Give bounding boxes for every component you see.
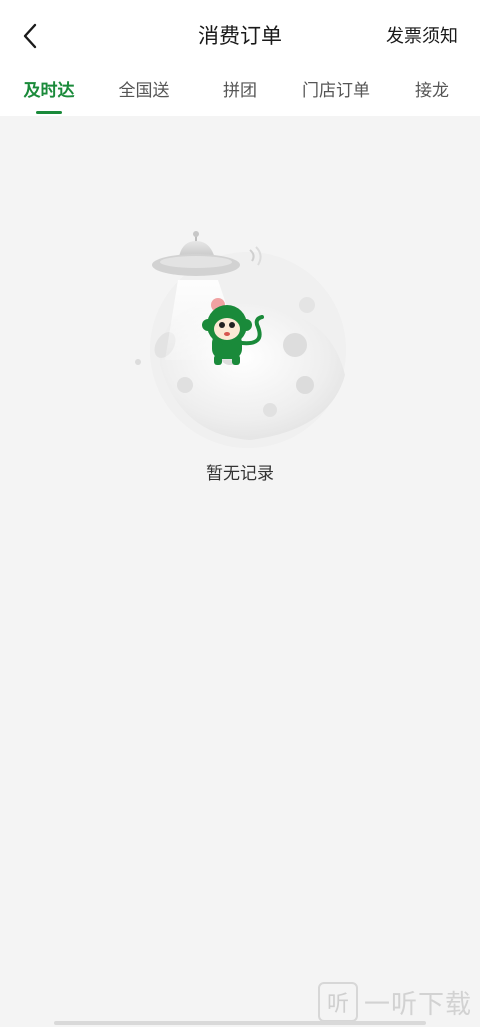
- tab-store-orders[interactable]: 门店订单: [299, 70, 373, 116]
- order-tab-bar: 及时达 全国送 拼团 门店订单 接龙: [0, 70, 480, 116]
- tab-label: 全国送: [118, 81, 170, 101]
- active-tab-indicator: [36, 111, 62, 114]
- tab-jielong[interactable]: 接龙: [412, 70, 452, 116]
- top-nav-bar: 消费订单 发票须知: [0, 0, 480, 70]
- tab-label: 接龙: [415, 81, 449, 101]
- tab-jishida[interactable]: 及时达: [20, 70, 78, 116]
- empty-state-illustration: [130, 225, 360, 455]
- empty-state-message: 暂无记录: [206, 464, 274, 484]
- tab-label: 及时达: [23, 81, 75, 101]
- watermark-box: 听: [318, 982, 358, 1022]
- tab-label: 门店订单: [302, 81, 370, 101]
- tab-label: 拼团: [223, 81, 257, 101]
- watermark-text: 一听下载: [364, 989, 473, 1020]
- tab-quanguosong[interactable]: 全国送: [114, 70, 174, 116]
- watermark-logo: 听 一听下载: [318, 982, 480, 1022]
- tab-pintuan[interactable]: 拼团: [220, 70, 260, 116]
- invoice-notice-link[interactable]: 发票须知: [386, 22, 458, 52]
- home-indicator: [54, 1021, 426, 1025]
